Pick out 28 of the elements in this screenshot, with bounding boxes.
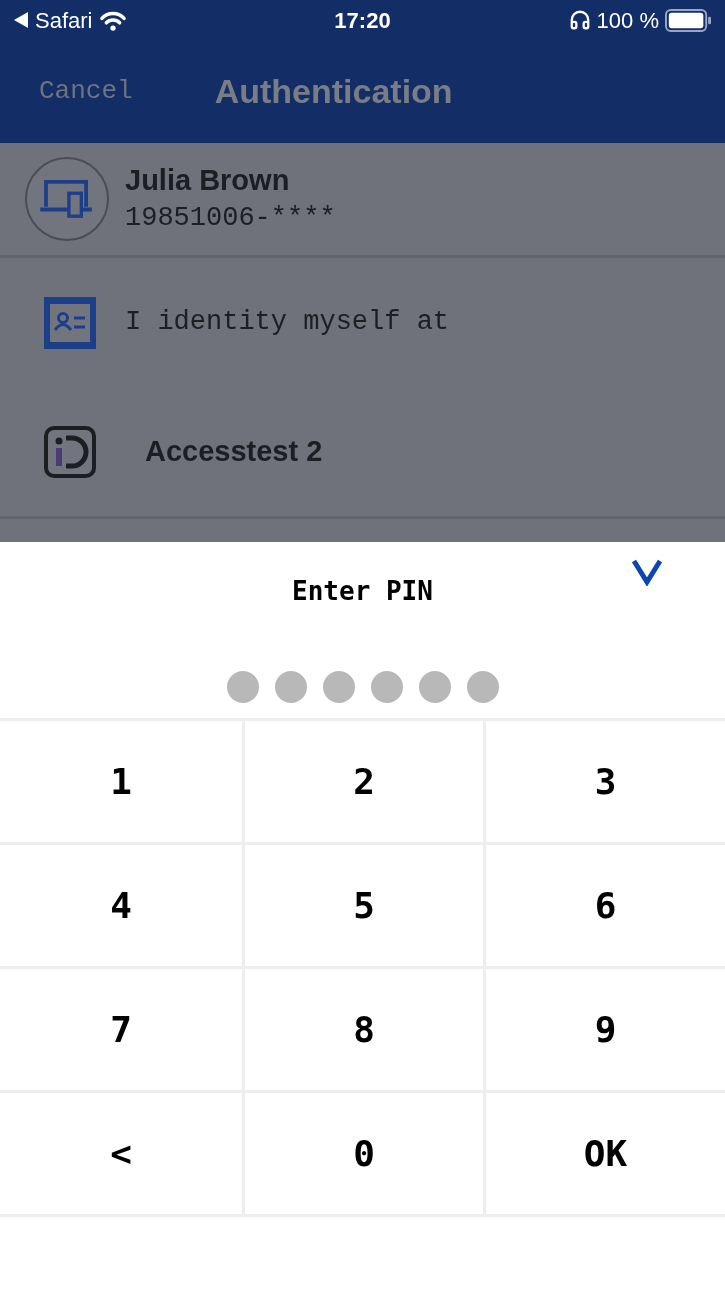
personal-number: 19851006-****: [125, 202, 336, 235]
info-text: I identity myself at: [125, 306, 450, 340]
nav-title: Authentication: [214, 71, 453, 112]
wifi-icon: [99, 9, 128, 31]
keypad-key[interactable]: 1: [0, 721, 242, 842]
keypad-key[interactable]: 6: [486, 845, 725, 966]
id-logo-icon: [44, 425, 96, 478]
keypad-key[interactable]: <: [0, 1093, 242, 1214]
keypad-key[interactable]: OK: [486, 1093, 725, 1214]
battery-icon: [665, 8, 711, 32]
keypad-key[interactable]: 9: [486, 969, 725, 1090]
keypad-key[interactable]: 7: [0, 969, 242, 1090]
status-time: 17:20: [333, 6, 392, 35]
keypad-key[interactable]: 0: [245, 1093, 483, 1214]
keypad-key[interactable]: 3: [486, 721, 725, 842]
keypad-key[interactable]: 8: [245, 969, 483, 1090]
chevron-down-icon[interactable]: [631, 558, 663, 586]
keypad-key[interactable]: 5: [245, 845, 483, 966]
sheet-title: Enter PIN: [292, 575, 433, 608]
keypad-key[interactable]: 4: [0, 845, 242, 966]
keypad-key[interactable]: 2: [245, 721, 483, 842]
id-card-icon: [44, 296, 96, 349]
user-name: Julia Brown: [125, 163, 291, 198]
headphones-icon: [568, 9, 591, 31]
battery-percent: 100 %: [596, 6, 659, 35]
back-triangle-icon[interactable]: [14, 12, 28, 28]
back-app-label[interactable]: Safari: [35, 3, 93, 37]
info-text: Accesstest 2: [145, 433, 323, 469]
